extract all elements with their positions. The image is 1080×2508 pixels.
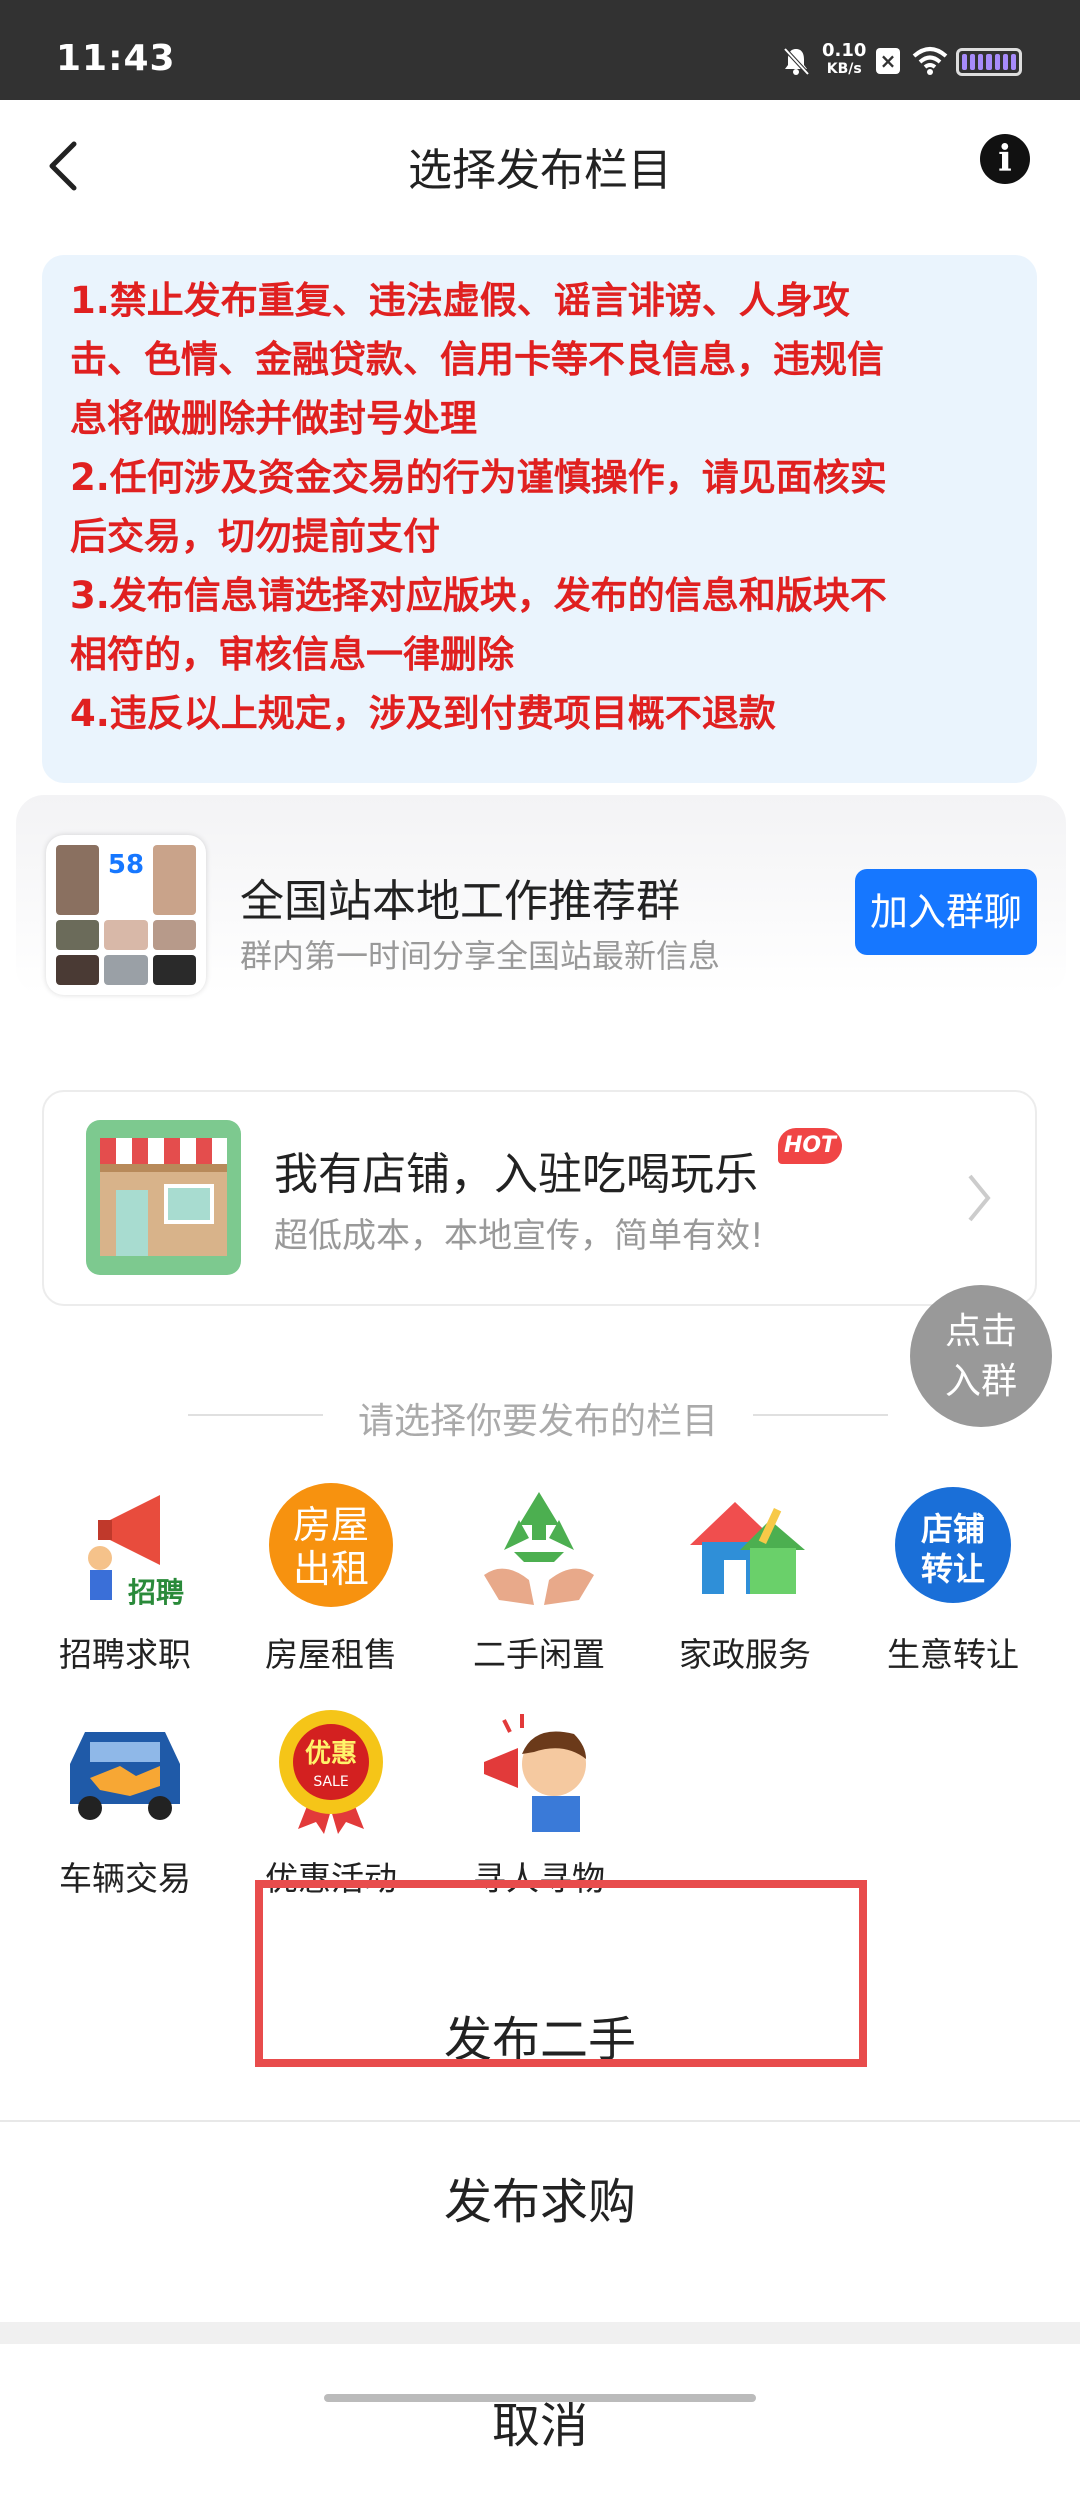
category-label: 房屋租售 — [265, 1635, 397, 1674]
category-recruit[interactable]: 招聘 招聘求职 — [40, 1480, 210, 1676]
rule-line: 息将做删除并做封号处理 — [70, 397, 477, 440]
status-time: 11:43 — [56, 38, 176, 79]
info-icon[interactable]: i — [980, 134, 1030, 184]
page-title: 选择发布栏目 — [408, 145, 672, 196]
shop-join-card[interactable]: 我有店铺，入驻吃喝玩乐 HOT 超低成本，本地宣传，简单有效! — [42, 1090, 1037, 1306]
section-divider: 请选择你要发布的栏目 — [188, 1390, 888, 1442]
group-description: 群内第一时间分享全国站最新信息 — [240, 937, 721, 975]
category-secondhand[interactable]: 二手闲置 — [454, 1480, 624, 1676]
mute-bell-icon — [783, 47, 810, 76]
category-label: 招聘求职 — [59, 1635, 191, 1674]
svg-text:店铺: 店铺 — [921, 1510, 985, 1548]
rule-line: 2.任何涉及资金交易的行为谨慎操作，请见面核实 — [70, 456, 887, 499]
group-name: 全国站本地工作推荐群 — [240, 876, 680, 927]
notification-x-icon: × — [876, 48, 900, 74]
category-lost-found[interactable]: 寻人寻物 — [454, 1704, 624, 1900]
house-cleaning-icon — [680, 1480, 810, 1610]
group-recommend-card[interactable]: 58 全国站本地工作推荐群 群内第一时间分享全国站最新信息 加入群聊 — [16, 795, 1066, 995]
sheet-gap — [0, 2322, 1080, 2344]
section-title: 请选择你要发布的栏目 — [357, 1401, 718, 1442]
hot-badge: HOT — [778, 1128, 842, 1164]
category-promotion[interactable]: 优惠 SALE 优惠活动 — [246, 1704, 416, 1900]
rule-line: 击、色情、金融贷款、信用卡等不良信息，违规信 — [70, 338, 884, 381]
svg-text:SALE: SALE — [313, 1774, 348, 1790]
category-housekeeping[interactable]: 家政服务 — [660, 1480, 830, 1676]
car-handshake-icon — [60, 1704, 190, 1834]
category-label: 家政服务 — [679, 1635, 811, 1674]
shop-title: 我有店铺，入驻吃喝玩乐 — [274, 1149, 758, 1200]
category-house[interactable]: 房屋 出租 房屋租售 — [246, 1480, 416, 1676]
svg-text:转让: 转让 — [921, 1550, 985, 1588]
svg-text:出租: 出租 — [293, 1547, 369, 1591]
rule-line: 3.发布信息请选择对应版块，发布的信息和版块不 — [70, 574, 887, 617]
floating-join-group-button[interactable]: 点击 入群 — [910, 1285, 1052, 1427]
highlight-box — [255, 1880, 867, 2067]
category-label: 二手闲置 — [473, 1635, 605, 1674]
svg-text:招聘: 招聘 — [128, 1576, 184, 1609]
shop-subtitle: 超低成本，本地宣传，简单有效! — [274, 1216, 764, 1256]
shop-transfer-icon: 店铺 转让 — [888, 1480, 1018, 1610]
rule-line: 1.禁止发布重复、违法虚假、谣言诽谤、人身攻 — [70, 279, 850, 322]
megaphone-recruit-icon: 招聘 — [60, 1480, 190, 1610]
svg-text:房屋: 房屋 — [293, 1503, 369, 1547]
rule-line: 4.违反以上规定，涉及到付费项目概不退款 — [70, 692, 776, 735]
group-avatar: 58 — [46, 835, 206, 995]
chevron-right-icon — [968, 1174, 991, 1222]
category-label: 生意转让 — [887, 1635, 1019, 1674]
status-bar: 11:43 0.10 KB/s × — [0, 0, 1080, 100]
header: 选择发布栏目 i — [0, 100, 1080, 230]
cancel-button[interactable]: 取消 — [0, 2344, 1080, 2508]
category-vehicle[interactable]: 车辆交易 — [40, 1704, 210, 1900]
person-megaphone-icon — [474, 1704, 604, 1834]
category-business-transfer[interactable]: 店铺 转让 生意转让 — [868, 1480, 1038, 1676]
battery-icon — [956, 48, 1022, 76]
sale-badge-icon: 优惠 SALE — [266, 1704, 396, 1834]
wifi-icon — [912, 47, 948, 75]
house-rent-icon: 房屋 出租 — [266, 1480, 396, 1610]
svg-text:优惠: 优惠 — [305, 1739, 357, 1769]
category-label: 车辆交易 — [59, 1859, 191, 1898]
net-speed: 0.10 KB/s — [822, 40, 867, 78]
home-indicator[interactable] — [324, 2394, 756, 2402]
rules-notice: 1.禁止发布重复、违法虚假、谣言诽谤、人身攻 击、色情、金融贷款、信用卡等不良信… — [42, 255, 1037, 783]
recycle-hands-icon — [474, 1480, 604, 1610]
rule-line: 相符的，审核信息一律删除 — [70, 633, 514, 676]
rule-line: 后交易，切勿提前支付 — [70, 515, 440, 558]
storefront-icon — [86, 1120, 241, 1275]
publish-wanted-option[interactable]: 发布求购 — [0, 2122, 1080, 2282]
join-group-button[interactable]: 加入群聊 — [855, 869, 1037, 955]
